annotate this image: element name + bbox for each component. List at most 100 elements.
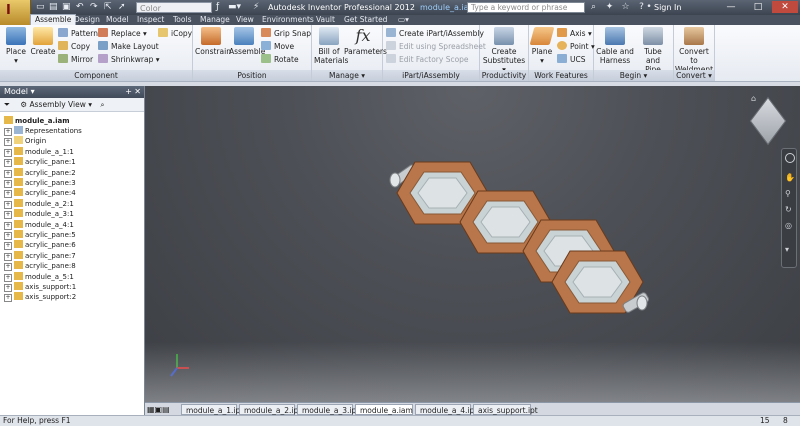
tree-node[interactable]: + module_a_5:1 [4, 271, 74, 282]
tree-node[interactable]: + acrylic_pane:1 [4, 157, 76, 168]
color-override-dropdown[interactable]: Color [136, 2, 212, 13]
tab-tools[interactable]: Tools [169, 15, 195, 25]
expand-icon[interactable]: + [4, 128, 12, 136]
grip-snap-button[interactable]: Grip Snap [261, 28, 311, 39]
tree-node[interactable]: + module_a_3:1 [4, 209, 74, 220]
tree-node[interactable]: + Representations [4, 126, 82, 136]
tree-node[interactable]: + module_a_2:1 [4, 198, 74, 209]
expand-icon[interactable]: + [4, 159, 12, 168]
pattern-button[interactable]: Pattern [58, 28, 98, 39]
tree-node[interactable]: + acrylic_pane:3 [4, 178, 76, 188]
edit-spreadsheet-button[interactable]: Edit using Spreadsheet [386, 41, 486, 52]
look-at-icon[interactable]: ◎ [785, 221, 792, 230]
redo-icon[interactable]: ↷ [90, 2, 98, 13]
parameters-button[interactable]: fx Parameters [344, 27, 387, 57]
expand-icon[interactable]: + [4, 169, 12, 178]
bill-of-materials-button[interactable]: Bill of Materials [314, 27, 348, 65]
open-icon[interactable]: ▤ [49, 2, 58, 13]
cable-harness-button[interactable]: Cable and Harness [596, 27, 634, 65]
doc-tab-module-a-3[interactable]: module_a_3.ipt [297, 404, 359, 415]
expand-icon[interactable]: + [4, 180, 12, 188]
sign-in-button[interactable]: Sign In [654, 2, 681, 13]
undo-icon[interactable]: ↶ [76, 2, 84, 13]
tree-node[interactable]: + acrylic_pane:5 [4, 230, 76, 240]
tab-inspect[interactable]: Inspect [133, 15, 168, 25]
axis-button[interactable]: Axis ▾ [557, 28, 592, 39]
expand-icon[interactable]: + [4, 232, 12, 240]
expand-icon[interactable]: + [4, 221, 12, 230]
replace-button[interactable]: Replace ▾ [98, 28, 147, 39]
tab-design[interactable]: Design [70, 15, 104, 25]
expand-icon[interactable]: + [4, 273, 12, 282]
line-weight-dropdown[interactable]: ▬▾ [228, 2, 250, 13]
tab-get-started[interactable]: Get Started [340, 15, 391, 25]
tab-manage[interactable]: Manage [196, 15, 234, 25]
expand-icon[interactable]: + [4, 211, 12, 220]
tree-node[interactable]: + acrylic_pane:8 [4, 261, 76, 272]
return-icon[interactable]: ⇱ [104, 2, 112, 13]
create-substitutes-button[interactable]: CreateSubstitutes ▾ [482, 27, 526, 74]
doc-tab-module-a-2[interactable]: module_a_2.ipt [239, 404, 301, 415]
constrain-button[interactable]: Constrain [195, 27, 231, 56]
tree-node[interactable]: + axis_support:1 [4, 282, 76, 292]
tree-node[interactable]: + axis_support:2 [4, 292, 76, 303]
place-button[interactable]: Place ▾ [3, 27, 29, 65]
tile-windows-icon[interactable]: ▦▣▤ [147, 405, 170, 414]
doc-tab-module-a-4[interactable]: module_a_4.ipt [415, 404, 477, 415]
icopy-button[interactable]: iCopy [158, 28, 192, 39]
find-icon[interactable]: ⌕ [100, 100, 104, 109]
search-input[interactable]: Type a keyword or phrase [467, 2, 585, 13]
doc-tab-module-a-iam[interactable]: module_a.iam [355, 404, 413, 415]
make-layout-button[interactable]: Make Layout [98, 41, 159, 52]
browser-menu-icon[interactable]: ▾ [31, 87, 35, 96]
maximize-icon[interactable]: □ [745, 1, 771, 13]
create-button[interactable]: Create [30, 27, 56, 56]
minimize-icon[interactable]: — [718, 1, 744, 13]
filter-icon[interactable]: ⏷ [4, 100, 10, 109]
new-icon[interactable]: ▭ [36, 2, 45, 13]
tree-node[interactable]: + acrylic_pane:6 [4, 240, 76, 251]
subscription-icon[interactable]: ✦ [604, 2, 615, 13]
ribbon-options-icon[interactable]: ▭▾ [394, 15, 413, 25]
communication-icon[interactable]: ☆ [620, 2, 631, 13]
close-icon[interactable]: ✕ [772, 1, 798, 13]
assemble-button[interactable]: Assemble [229, 27, 265, 56]
navbar-menu-icon[interactable]: ▾ [785, 245, 789, 254]
expand-icon[interactable]: + [4, 252, 12, 261]
expand-icon[interactable]: + [4, 294, 12, 303]
zoom-icon[interactable]: ⚲ [785, 189, 791, 198]
home-view-icon[interactable]: ⌂ [751, 94, 756, 103]
rotate-button[interactable]: Rotate [261, 54, 299, 65]
edit-factory-scope-button[interactable]: Edit Factory Scope [386, 54, 469, 65]
expand-icon[interactable]: + [4, 263, 12, 272]
doc-tab-module-a-1[interactable]: module_a_1.ipt [181, 404, 243, 415]
fx-icon[interactable]: ƒ [216, 2, 219, 13]
browser-close-icon[interactable]: ✕ [134, 86, 141, 98]
point-button[interactable]: Point ▾ [557, 41, 595, 52]
browser-add-icon[interactable]: + [125, 86, 132, 98]
convert-to-weldment-button[interactable]: Convert toWeldment [675, 27, 713, 74]
expand-icon[interactable]: + [4, 148, 12, 157]
steering-wheel-icon[interactable] [785, 153, 795, 163]
tree-node[interactable]: + acrylic_pane:4 [4, 188, 76, 199]
tree-node[interactable]: + module_a_4:1 [4, 219, 74, 230]
create-ipart-button[interactable]: Create iPart/iAssembly [386, 28, 484, 39]
expand-icon[interactable]: + [4, 284, 12, 292]
pan-icon[interactable]: ✋ [785, 173, 795, 182]
tube-pipe-button[interactable]: Tube andPipe [636, 27, 670, 74]
move-button[interactable]: Move [261, 41, 294, 52]
binoculars-icon[interactable]: ⌕ [588, 2, 599, 13]
tab-view[interactable]: View [232, 15, 258, 25]
expand-icon[interactable]: + [4, 200, 12, 209]
tab-model[interactable]: Model [102, 15, 133, 25]
ucs-button[interactable]: UCS [557, 54, 586, 65]
application-menu-button[interactable]: I [0, 0, 31, 25]
plane-button[interactable]: Plane ▾ [529, 27, 555, 65]
tab-environments[interactable]: Environments [258, 15, 318, 25]
tab-vault[interactable]: Vault [312, 15, 339, 25]
orbit-icon[interactable]: ↻ [785, 205, 792, 214]
copy-button[interactable]: Copy [58, 41, 90, 52]
shrinkwrap-button[interactable]: Shrinkwrap ▾ [98, 54, 160, 65]
expand-icon[interactable]: + [4, 190, 12, 199]
update-icon[interactable]: ⚡ [253, 2, 259, 13]
